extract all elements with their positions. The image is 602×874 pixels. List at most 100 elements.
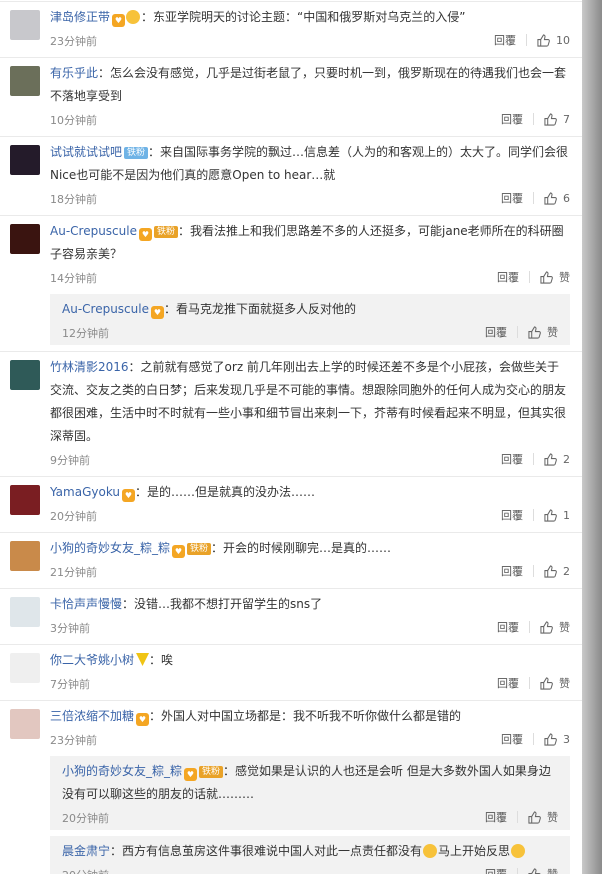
reply-button[interactable]: 回覆 xyxy=(497,271,519,284)
like-count: 10 xyxy=(556,34,570,47)
username-link[interactable]: YamaGyoku xyxy=(50,485,120,499)
reply-button[interactable]: 回覆 xyxy=(485,811,507,824)
like-button[interactable]: 赞 xyxy=(528,811,558,824)
reply-item: 小狗的奇妙女友_粽_粽 ♥ 铁粉 ：感觉如果是认识的人也还是会听 但是大多数外国人如果… xyxy=(50,756,570,830)
reply-button[interactable]: 回覆 xyxy=(501,453,523,466)
like-count: 赞 xyxy=(559,621,570,634)
comment-time: 20分钟前 xyxy=(62,812,109,825)
like-button[interactable]: 6 xyxy=(544,192,570,205)
comment-text: ：开会的时候刚聊完…是真的…… xyxy=(211,541,392,555)
fan-badge-icon: ♥ xyxy=(184,768,198,781)
fan-tag: 铁粉 xyxy=(124,147,149,159)
comment-actions: 回覆 10 xyxy=(494,29,570,53)
like-count: 赞 xyxy=(559,271,570,284)
comment-text: ：是的……但是就真的没办法…… xyxy=(135,485,316,499)
like-button[interactable]: 赞 xyxy=(528,868,558,874)
reply-button[interactable]: 回覆 xyxy=(501,192,523,205)
emoji-icon xyxy=(126,10,141,24)
avatar[interactable] xyxy=(10,145,40,175)
divider xyxy=(529,271,530,283)
comment-time: 23分钟前 xyxy=(50,734,97,747)
username-link[interactable]: Au-Crepuscule xyxy=(62,302,149,316)
like-button[interactable]: 赞 xyxy=(528,326,558,339)
username-link[interactable]: 有乐乎此 xyxy=(50,66,98,80)
avatar[interactable] xyxy=(10,10,40,40)
comment-footer: 20分钟前 回覆 1 xyxy=(50,504,570,528)
comment-actions: 回覆 2 xyxy=(501,448,570,472)
thumbs-up-icon xyxy=(528,868,541,874)
like-button[interactable]: 赞 xyxy=(540,271,570,284)
comment-footer: 10分钟前 回覆 7 xyxy=(50,108,570,132)
comment-actions: 回覆 赞 xyxy=(485,806,558,830)
divider xyxy=(529,621,530,633)
thumbs-up-icon xyxy=(544,113,557,126)
comment-body: 有乐乎此：怎么会没有感觉，几乎是过街老鼠了，只要时机一到，俄罗斯现在的待遇我们也… xyxy=(50,58,570,108)
divider xyxy=(533,192,534,204)
comment-body: 竹林清影2016：之前就有感觉了orz 前几年刚出去上学的时候还差不多是个小屁孩… xyxy=(50,352,570,448)
reply-button[interactable]: 回覆 xyxy=(494,34,516,47)
like-count: 2 xyxy=(563,453,570,466)
fan-badge-icon: ♥ xyxy=(150,306,164,319)
like-count: 赞 xyxy=(547,811,558,824)
reply-button[interactable]: 回覆 xyxy=(501,113,523,126)
comment-time: 12分钟前 xyxy=(62,327,109,340)
like-button[interactable]: 赞 xyxy=(540,621,570,634)
avatar[interactable] xyxy=(10,653,40,683)
reply-button[interactable]: 回覆 xyxy=(501,733,523,746)
fan-tag: 铁粉 xyxy=(187,543,212,555)
comment-time: 7分钟前 xyxy=(50,678,90,691)
like-count: 7 xyxy=(563,113,570,126)
like-count: 赞 xyxy=(547,326,558,339)
username-link[interactable]: 竹林清影2016 xyxy=(50,360,129,374)
divider xyxy=(533,509,534,521)
comment-time: 20分钟前 xyxy=(62,869,109,874)
username-link[interactable]: 津岛修正带 xyxy=(50,10,110,24)
username-link[interactable]: 你二大爷姚小树 xyxy=(50,653,134,667)
thumbs-up-icon xyxy=(528,326,541,339)
comment-footer: 18分钟前 回覆 6 xyxy=(50,187,570,211)
reply-button[interactable]: 回覆 xyxy=(497,677,519,690)
avatar[interactable] xyxy=(10,709,40,739)
like-button[interactable]: 2 xyxy=(544,453,570,466)
comment-body: 你二大爷姚小树 ：唉 xyxy=(50,645,570,672)
like-button[interactable]: 10 xyxy=(537,34,570,47)
like-button[interactable]: 赞 xyxy=(540,677,570,690)
username-link[interactable]: 小狗的奇妙女友_粽_粽 xyxy=(62,764,182,778)
divider xyxy=(529,677,530,689)
fan-tag: 铁粉 xyxy=(153,226,178,238)
like-button[interactable]: 2 xyxy=(544,565,570,578)
comment-footer: 7分钟前 回覆 赞 xyxy=(50,672,570,696)
username-link[interactable]: Au-Crepuscule xyxy=(50,224,137,238)
reply-button[interactable]: 回覆 xyxy=(501,509,523,522)
like-count: 2 xyxy=(563,565,570,578)
comment-item: 你二大爷姚小树 ：唉 7分钟前 回覆 赞 xyxy=(0,645,582,701)
comment-time: 14分钟前 xyxy=(50,272,97,285)
username-link[interactable]: 试试就试试吧 xyxy=(50,145,122,159)
page-scroll-edge[interactable] xyxy=(582,0,602,874)
comment-item: YamaGyoku ♥ ：是的……但是就真的没办法…… 20分钟前 回覆 1 xyxy=(0,477,582,533)
username-link[interactable]: 卡恰声声慢慢 xyxy=(50,597,122,611)
fan-badge-icon: ♥ xyxy=(138,228,152,241)
username-link[interactable]: 小狗的奇妙女友_粽_粽 xyxy=(50,541,170,555)
like-button[interactable]: 7 xyxy=(544,113,570,126)
like-button[interactable]: 1 xyxy=(544,509,570,522)
reply-button[interactable]: 回覆 xyxy=(485,326,507,339)
avatar[interactable] xyxy=(10,224,40,254)
username-link[interactable]: 三倍浓缩不加糖 xyxy=(50,709,134,723)
reply-button[interactable]: 回覆 xyxy=(501,565,523,578)
comment-actions: 回覆 2 xyxy=(501,560,570,584)
avatar[interactable] xyxy=(10,541,40,571)
like-button[interactable]: 3 xyxy=(544,733,570,746)
avatar[interactable] xyxy=(10,66,40,96)
avatar[interactable] xyxy=(10,360,40,390)
thumbs-up-icon xyxy=(544,192,557,205)
username-link[interactable]: 晨金肃宁 xyxy=(62,844,110,858)
like-count: 1 xyxy=(563,509,570,522)
comment-time: 21分钟前 xyxy=(50,566,97,579)
fan-badge-icon: ♥ xyxy=(122,489,136,502)
avatar[interactable] xyxy=(10,597,40,627)
reply-body: Au-Crepuscule ♥ ：看马克龙推下面就挺多人反对他的 xyxy=(62,294,558,321)
avatar[interactable] xyxy=(10,485,40,515)
reply-button[interactable]: 回覆 xyxy=(485,868,507,874)
reply-button[interactable]: 回覆 xyxy=(497,621,519,634)
